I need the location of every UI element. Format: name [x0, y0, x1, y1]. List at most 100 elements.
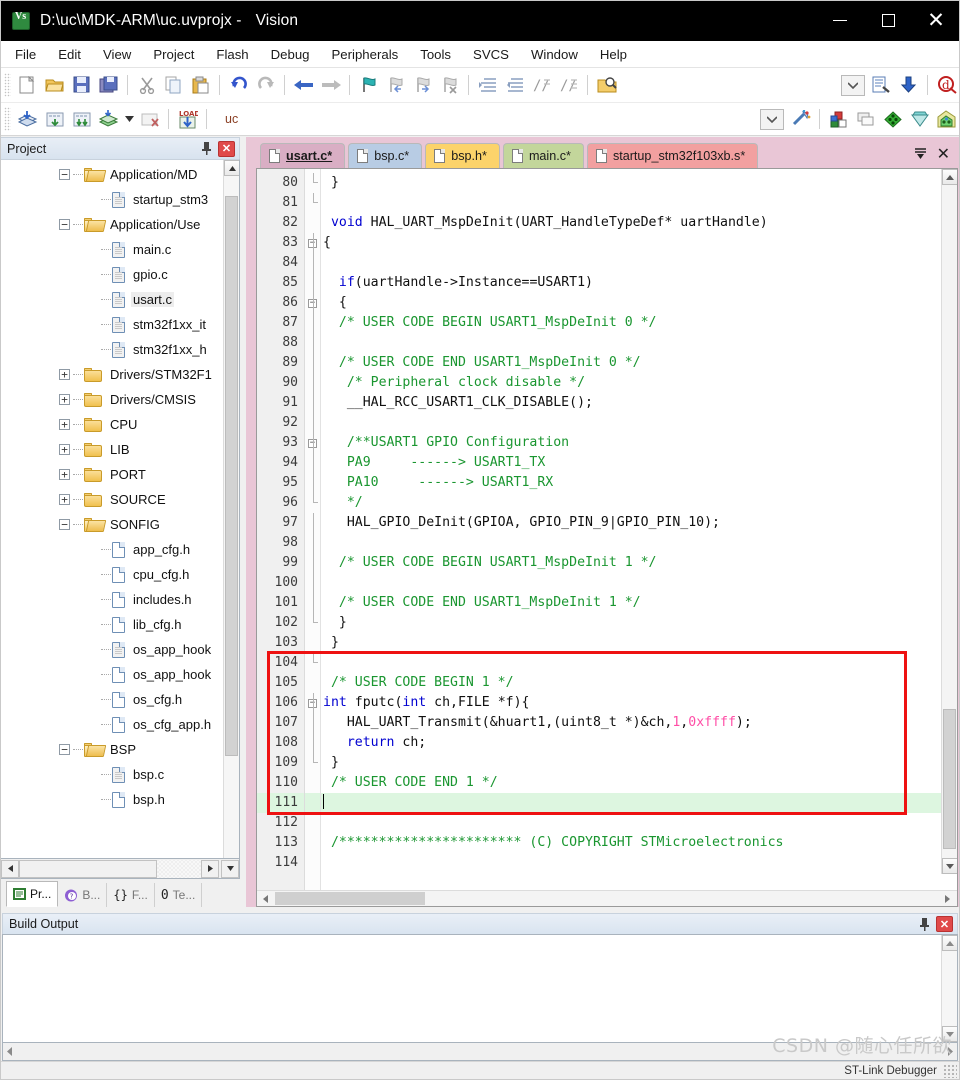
build-output-close-icon[interactable]: ✕ — [936, 916, 953, 932]
tab-list-icon[interactable] — [914, 148, 927, 160]
target-options-icon[interactable] — [787, 106, 814, 132]
code-line[interactable]: } — [321, 633, 957, 653]
menu-svcs[interactable]: SVCS — [462, 43, 520, 66]
fold-marker[interactable] — [305, 333, 320, 353]
expand-icon[interactable]: + — [59, 394, 70, 405]
pack-installer-icon[interactable] — [933, 106, 960, 132]
collapse-icon[interactable]: − — [59, 744, 70, 755]
menu-project[interactable]: Project — [142, 43, 205, 66]
packs-icon[interactable] — [906, 106, 933, 132]
editor-tab-bsp-c[interactable]: bsp.c* — [348, 143, 423, 168]
tree-item-cpu[interactable]: + CPU — [1, 412, 223, 437]
menu-view[interactable]: View — [92, 43, 142, 66]
bookmark-prev-icon[interactable] — [382, 72, 409, 98]
tree-item-application-use[interactable]: − Application/Use — [1, 212, 223, 237]
comment-icon[interactable]: // — [528, 72, 555, 98]
fold-marker[interactable] — [305, 393, 320, 413]
rebuild-icon[interactable] — [68, 106, 95, 132]
tree-item-app-cfg-h[interactable]: app_cfg.h — [1, 537, 223, 562]
fold-marker[interactable] — [305, 493, 320, 513]
tree-item-os-cfg-app-h[interactable]: os_cfg_app.h — [1, 712, 223, 737]
code-line[interactable]: /* USER CODE END USART1_MspDeInit 0 */ — [321, 353, 957, 373]
hscroll-thumb[interactable] — [19, 859, 157, 878]
fold-marker[interactable] — [305, 353, 320, 373]
menu-window[interactable]: Window — [520, 43, 589, 66]
fold-marker[interactable] — [305, 373, 320, 393]
fold-marker[interactable] — [305, 173, 320, 193]
tree-item-main-c[interactable]: main.c — [1, 237, 223, 262]
code-horizontal-scrollbar[interactable] — [257, 890, 957, 906]
fold-marker[interactable] — [305, 273, 320, 293]
code-line[interactable]: /* USER CODE BEGIN USART1_MspDeInit 1 */ — [321, 553, 957, 573]
code-text-area[interactable]: } void HAL_UART_MspDeInit(UART_HandleTyp… — [321, 169, 957, 890]
code-line[interactable]: */ — [321, 493, 957, 513]
code-scroll-thumb[interactable] — [943, 709, 956, 849]
project-tree[interactable]: − Application/MD startup_stm3 − Application/… — [1, 160, 223, 858]
bookmark-next-icon[interactable] — [409, 72, 436, 98]
scroll-left-button[interactable] — [1, 859, 19, 878]
code-line[interactable]: } — [321, 753, 957, 773]
find-in-files-icon[interactable] — [593, 72, 620, 98]
editor-tab-bsp-h[interactable]: bsp.h* — [425, 143, 500, 168]
tab-templates[interactable]: 0 Te... — [155, 883, 203, 907]
tab-books[interactable]: ? B... — [58, 883, 108, 907]
project-tree-vertical-scrollbar[interactable] — [223, 160, 239, 858]
tree-item-usart-c[interactable]: usart.c — [1, 287, 223, 312]
code-hscroll-thumb[interactable] — [275, 892, 425, 905]
fold-marker[interactable] — [305, 633, 320, 653]
undo-icon[interactable] — [225, 72, 252, 98]
collapse-icon[interactable]: − — [59, 219, 70, 230]
project-panel-close-icon[interactable]: ✕ — [218, 140, 235, 157]
code-line[interactable]: } — [321, 613, 957, 633]
fold-marker[interactable] — [305, 653, 320, 673]
pin-icon[interactable] — [198, 140, 215, 158]
build-toolbar-grip[interactable] — [4, 107, 11, 131]
hscroll-track[interactable] — [19, 859, 201, 878]
menu-peripherals[interactable]: Peripherals — [321, 43, 410, 66]
save-all-icon[interactable] — [95, 72, 122, 98]
code-line[interactable]: /* USER CODE BEGIN 1 */ — [321, 673, 957, 693]
fold-marker[interactable]: − — [305, 433, 320, 453]
tree-item-drivers-cmsis[interactable]: + Drivers/CMSIS — [1, 387, 223, 412]
tree-item-source[interactable]: + SOURCE — [1, 487, 223, 512]
resize-grip[interactable] — [943, 1064, 957, 1078]
close-button[interactable]: ✕ — [912, 0, 960, 41]
code-line[interactable]: /* USER CODE BEGIN USART1_MspDeInit 0 */ — [321, 313, 957, 333]
fold-marker[interactable]: − — [305, 693, 320, 713]
fold-marker[interactable] — [305, 473, 320, 493]
code-line[interactable]: int fputc(int ch,FILE *f){ — [321, 693, 957, 713]
fold-marker[interactable] — [305, 833, 320, 853]
minimize-button[interactable] — [816, 0, 864, 41]
build-scroll-down-button[interactable] — [942, 1026, 957, 1042]
code-line[interactable] — [321, 253, 957, 273]
batch-build-dropdown-icon[interactable] — [122, 106, 136, 132]
code-line[interactable]: return ch; — [321, 733, 957, 753]
fold-marker[interactable] — [305, 813, 320, 833]
bookmark-toggle-icon[interactable] — [355, 72, 382, 98]
code-line[interactable]: if(uartHandle->Instance==USART1) — [321, 273, 957, 293]
code-line[interactable]: } — [321, 173, 957, 193]
fold-marker[interactable] — [305, 413, 320, 433]
project-tree-horizontal-scrollbar[interactable] — [0, 859, 240, 879]
fold-marker[interactable] — [305, 533, 320, 553]
code-scroll-up-button[interactable] — [942, 169, 957, 185]
fold-marker[interactable] — [305, 673, 320, 693]
tree-item-stm32f1xx-h[interactable]: stm32f1xx_h — [1, 337, 223, 362]
build-horizontal-scrollbar[interactable] — [2, 1043, 958, 1061]
code-line[interactable] — [321, 333, 957, 353]
copy-icon[interactable] — [160, 72, 187, 98]
tree-item-cpu-cfg-h[interactable]: cpu_cfg.h — [1, 562, 223, 587]
toolbar-dropdown-arrow-icon[interactable] — [838, 72, 868, 98]
uncomment-icon[interactable]: // — [555, 72, 582, 98]
menu-help[interactable]: Help — [589, 43, 638, 66]
multi-project-icon[interactable] — [852, 106, 879, 132]
tree-item-lib-cfg-h[interactable]: lib_cfg.h — [1, 612, 223, 637]
code-line[interactable] — [321, 793, 957, 813]
scroll-right-button[interactable] — [201, 859, 219, 878]
expand-icon[interactable]: + — [59, 444, 70, 455]
expand-icon[interactable]: + — [59, 419, 70, 430]
tree-item-lib[interactable]: + LIB — [1, 437, 223, 462]
fold-marker[interactable] — [305, 213, 320, 233]
maximize-button[interactable] — [864, 0, 912, 41]
project-tree-scroll-thumb[interactable] — [225, 196, 238, 756]
